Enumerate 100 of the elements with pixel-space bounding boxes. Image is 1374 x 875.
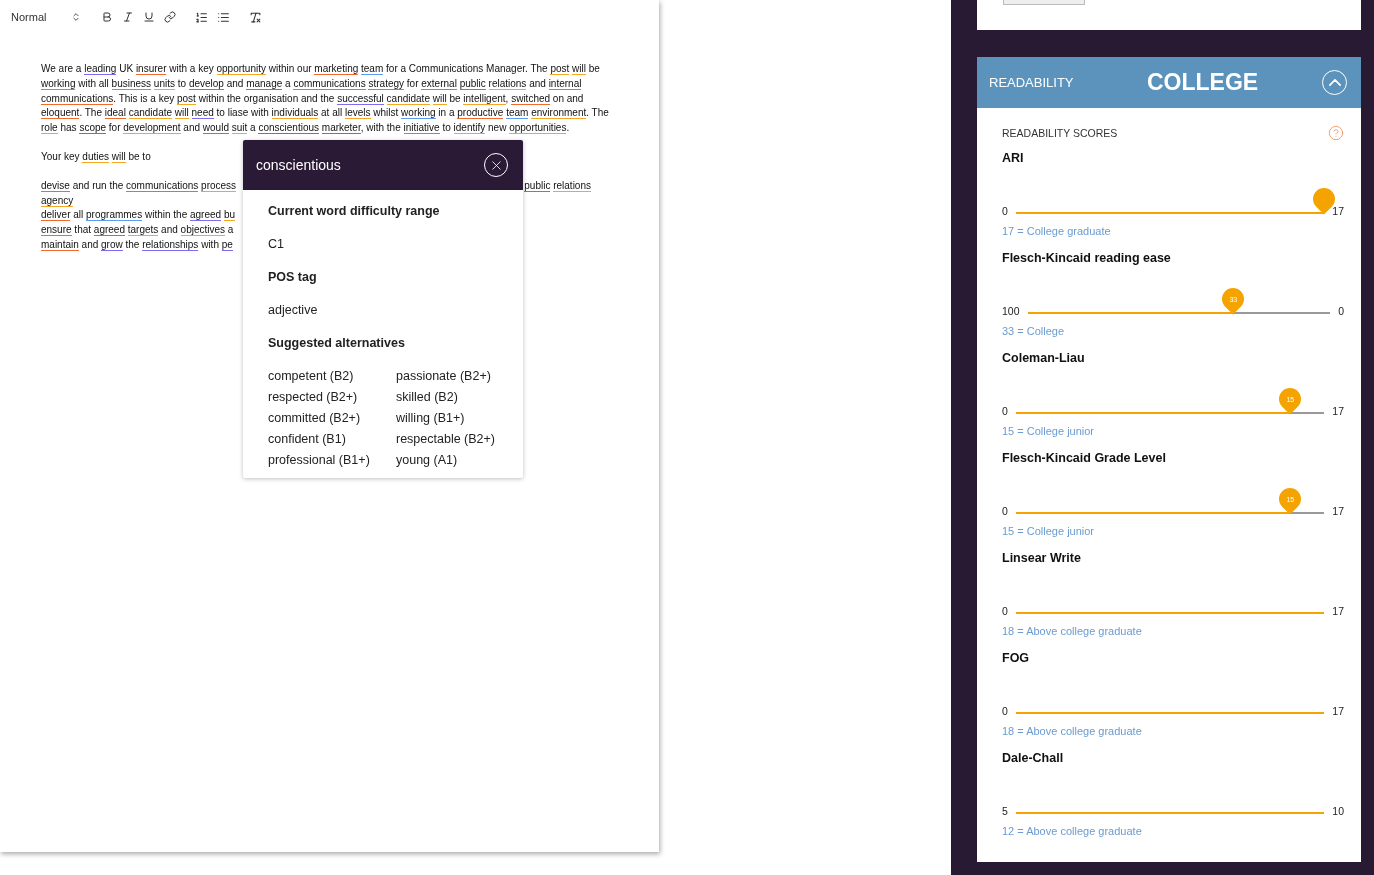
score-name: FOG (1002, 651, 1031, 667)
flagged-word[interactable]: levels (344, 107, 371, 120)
alternative-word[interactable]: passionate (B2+) (396, 368, 498, 384)
score-caption: 18 = Above college graduate (1002, 724, 1143, 739)
score-caption: 15 = College junior (1002, 524, 1096, 539)
flagged-word[interactable]: agreed (190, 209, 222, 222)
flagged-word[interactable]: suit (231, 122, 248, 135)
flagged-word[interactable]: deliver (41, 209, 71, 222)
alternative-word[interactable]: young (A1) (396, 452, 498, 468)
alternative-word[interactable]: skilled (B2) (396, 389, 498, 405)
flagged-word[interactable]: ideal (104, 107, 126, 120)
flagged-word[interactable]: will (572, 63, 586, 75)
flagged-word[interactable]: working (41, 77, 76, 90)
flagged-word[interactable]: marketer (321, 122, 361, 135)
flagged-word[interactable]: initiative (403, 122, 440, 135)
flagged-word[interactable]: will (111, 151, 126, 163)
underline-icon[interactable] (143, 11, 155, 23)
flagged-word[interactable]: devise (41, 179, 70, 192)
flagged-word[interactable]: bu (223, 209, 236, 222)
flagged-word[interactable]: conscientious (258, 122, 319, 135)
flagged-word[interactable]: marketing (314, 63, 359, 75)
flagged-word[interactable]: duties (82, 151, 109, 163)
alternative-word[interactable]: committed (B2+) (268, 410, 396, 426)
score-name: Linsear Write (1002, 551, 1082, 567)
flagged-word[interactable]: successful (337, 92, 384, 105)
readability-label: READABILITY (989, 75, 1075, 90)
flagged-word[interactable]: communications (126, 179, 199, 192)
flagged-word[interactable]: switched (511, 92, 551, 105)
alternative-word[interactable]: respectable (B2+) (396, 431, 498, 447)
alternative-word[interactable]: professional (B1+) (268, 452, 396, 468)
input-field[interactable] (1003, 0, 1085, 5)
flagged-word[interactable]: development (123, 122, 181, 135)
flagged-word[interactable]: team (506, 107, 529, 120)
flagged-word[interactable]: ensure (41, 224, 72, 237)
scale-min: 100 (1002, 305, 1020, 317)
scale-max: 17 (1332, 705, 1344, 717)
ordered-list-icon[interactable] (195, 10, 208, 24)
italic-icon[interactable] (122, 11, 134, 23)
format-select[interactable]: Normal (11, 11, 81, 23)
score-name: Flesch-Kincaid reading ease (1002, 251, 1172, 267)
scale-min: 0 (1002, 205, 1008, 217)
flagged-word[interactable]: post (550, 63, 570, 75)
flagged-word[interactable]: public (524, 179, 551, 192)
flagged-word[interactable]: leading (84, 63, 117, 75)
scale-max: 0 (1338, 305, 1344, 317)
flagged-word[interactable]: scope (79, 122, 107, 135)
detail-heading: POS tag (268, 269, 318, 286)
flagged-word[interactable]: will (174, 107, 189, 120)
flagged-word[interactable]: team (361, 63, 384, 75)
scale-min: 5 (1002, 805, 1008, 817)
flagged-word[interactable]: relationships (142, 238, 199, 251)
flagged-word[interactable]: strategy (368, 77, 405, 90)
detail-heading: Suggested alternatives (268, 335, 406, 352)
flagged-word[interactable]: process (201, 179, 237, 192)
flagged-word[interactable]: need (191, 107, 214, 120)
flagged-word[interactable]: public (459, 77, 486, 90)
score-name: Dale-Chall (1002, 751, 1065, 767)
flagged-word[interactable]: post (177, 92, 196, 105)
flagged-word[interactable]: units (153, 77, 175, 90)
detail-value: adjective (268, 302, 319, 319)
flagged-word[interactable]: productive (457, 107, 504, 120)
bullet-list-icon[interactable] (217, 10, 230, 24)
flagged-word[interactable]: pe (221, 238, 233, 251)
flagged-word[interactable]: will (432, 92, 447, 105)
chevron-up-icon (1328, 79, 1341, 86)
flagged-word[interactable]: opportunity (216, 63, 266, 75)
clear-format-icon[interactable] (249, 10, 262, 24)
flagged-word[interactable]: candidate (128, 107, 173, 120)
flagged-word[interactable]: agency (41, 194, 74, 207)
link-icon[interactable] (164, 11, 176, 23)
flagged-word[interactable]: relations (488, 77, 527, 90)
score-caption: 18 = Above college graduate (1002, 624, 1143, 639)
flagged-word[interactable]: intelligent (463, 92, 506, 105)
flagged-word[interactable]: targets (127, 224, 159, 237)
flagged-word[interactable]: objectives (180, 224, 226, 237)
scale-min: 0 (1002, 705, 1008, 717)
flagged-word[interactable]: internal (548, 77, 582, 90)
flagged-word[interactable]: programmes (86, 209, 143, 222)
bold-icon[interactable] (101, 11, 113, 23)
flagged-word[interactable]: individuals (271, 107, 319, 120)
flagged-word[interactable]: working (401, 107, 436, 120)
flagged-word[interactable]: role (41, 122, 58, 135)
flagged-word[interactable]: communications (293, 77, 366, 90)
flagged-word[interactable]: grow (101, 238, 123, 251)
flagged-word[interactable]: relations (553, 179, 591, 192)
flagged-word[interactable]: would (202, 122, 229, 135)
alternative-word[interactable]: confident (B1) (268, 431, 396, 447)
flagged-word[interactable]: develop (188, 77, 224, 90)
flagged-word[interactable]: agreed (93, 224, 125, 237)
flagged-word[interactable]: external (421, 77, 457, 90)
alternative-word[interactable]: respected (B2+) (268, 389, 396, 405)
alternative-word[interactable]: competent (B2) (268, 368, 396, 384)
flagged-word[interactable]: identify (453, 122, 486, 135)
body-paragraph: We are a leading UK insurer with a key opportunity within our marketing team for a Communications Manager. The post will be working with all business units to develop and manage a communications strategy for external public relations and internal communications. This is a key post within the organisation and the successful candidate will be intelligent, switched on and eloquent. The ideal candidate will need to liase with individuals at all levels whilst working in a productive team environment. The role has scope for development and would suit a conscientious marketer, with the initiative to identify new opportunities. (41, 62, 610, 136)
flagged-word[interactable]: maintain (41, 238, 79, 251)
alternative-word[interactable]: willing (B1+) (396, 410, 498, 426)
flagged-word[interactable]: business (111, 77, 152, 90)
flagged-word[interactable]: candidate (386, 92, 430, 105)
flagged-word[interactable]: insurer (135, 63, 167, 75)
flagged-word[interactable]: manage (246, 77, 283, 90)
